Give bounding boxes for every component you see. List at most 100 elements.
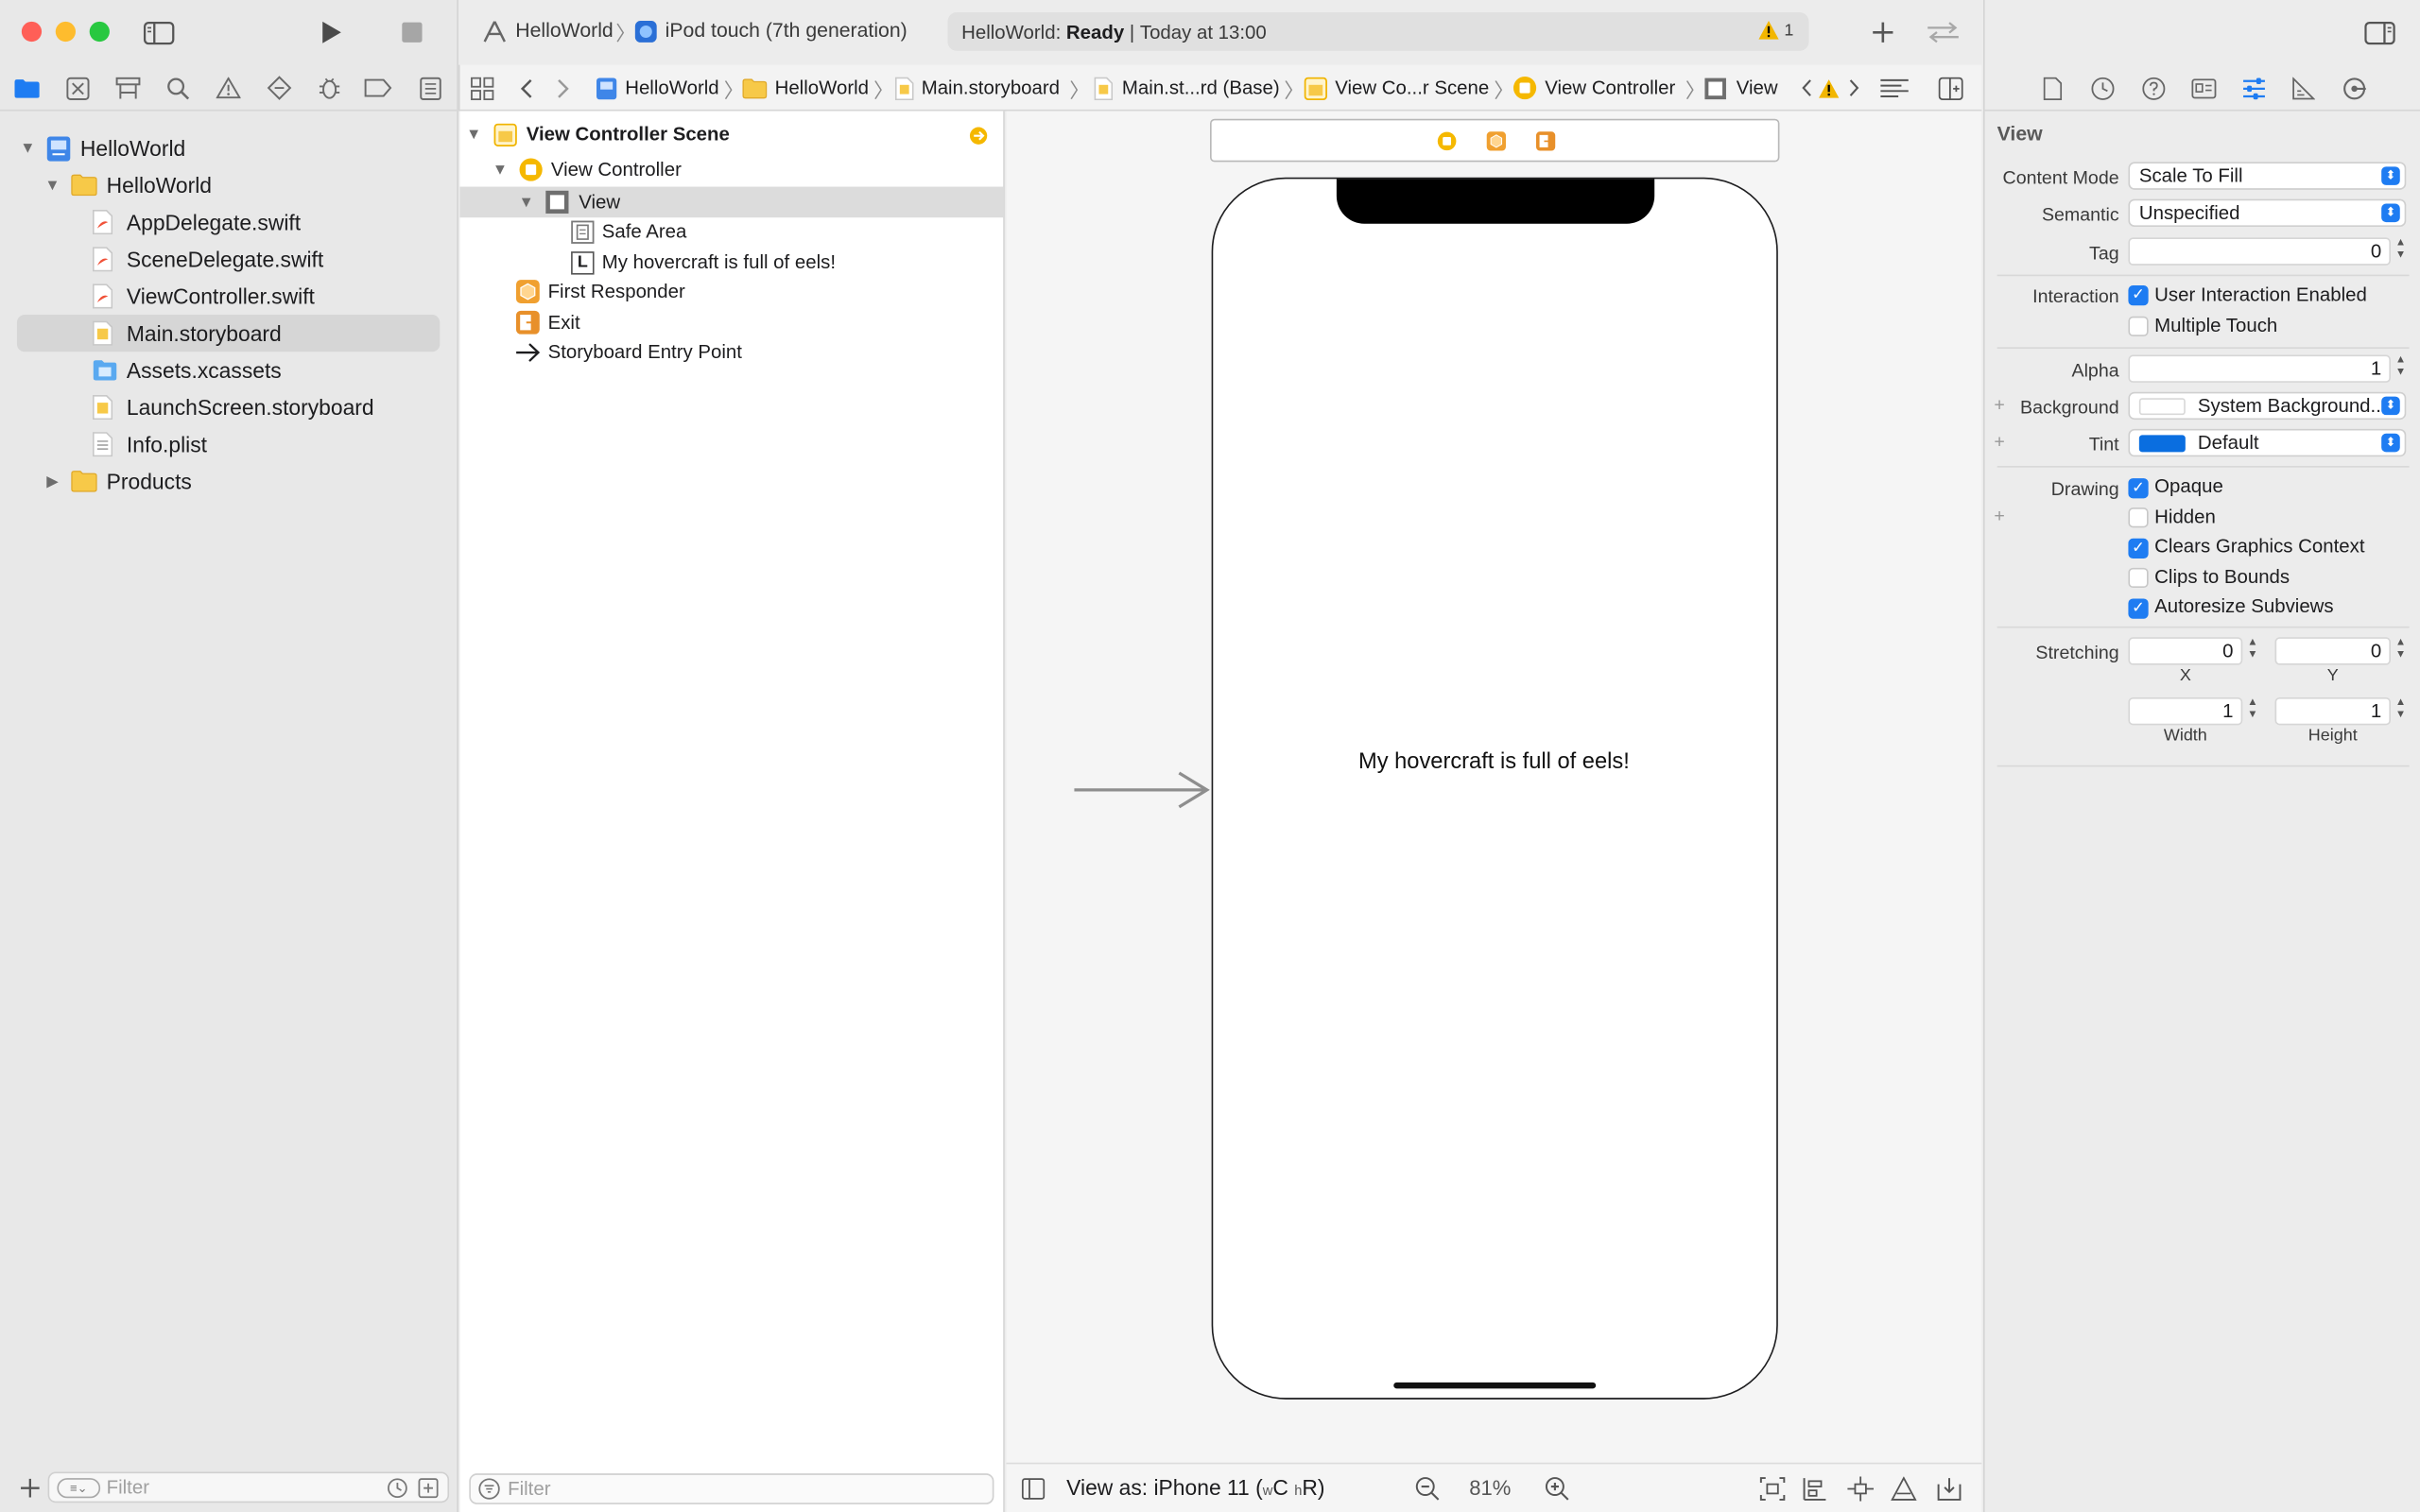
file-row-launchscreen[interactable]: LaunchScreen.storyboard [92,388,374,425]
editor-options-icon[interactable] [1876,76,1910,100]
iphone-view-frame[interactable]: My hovercraft is full of eels! [1211,177,1778,1400]
zoom-out-icon[interactable] [1414,1475,1442,1503]
device-selector[interactable]: iPod touch (7th generation) [666,19,908,42]
outline-view-controller-row[interactable]: ▼ View Controller [491,153,682,187]
stretch-width-stepper[interactable]: ▲ ▼ [2246,697,2260,725]
disclosure-triangle-icon[interactable]: ▼ [464,126,483,143]
file-row-scenedelegate[interactable]: SceneDelegate.swift [92,241,323,278]
run-button[interactable] [317,17,348,48]
dock-view-controller-icon[interactable] [1435,129,1457,151]
storyboard-canvas[interactable]: My hovercraft is full of eels! [1006,111,1982,1463]
file-row-infoplist[interactable]: Info.plist [92,426,207,463]
zoom-in-icon[interactable] [1544,1475,1571,1503]
user-interaction-checkbox[interactable]: ✓ [2128,285,2149,306]
identity-inspector-icon[interactable] [2191,76,2217,100]
disclosure-triangle-icon[interactable]: ▼ [19,140,38,157]
sidebar-toggle-icon[interactable] [142,17,176,48]
tag-field[interactable]: 0 [2128,237,2391,266]
disclosure-triangle-icon[interactable]: ▼ [43,177,62,194]
hidden-checkbox[interactable] [2128,507,2149,528]
issue-navigator-icon[interactable] [215,74,242,101]
close-window-button[interactable] [21,21,43,43]
background-popup[interactable]: System Background... ⬍ [2128,391,2407,421]
dock-first-responder-icon[interactable] [1485,129,1507,151]
size-inspector-icon[interactable] [2290,76,2315,100]
products-row[interactable]: ▶ Products [43,463,192,500]
symbol-navigator-icon[interactable] [114,74,142,101]
stretch-x-stepper[interactable]: ▲ ▼ [2246,637,2260,664]
quick-help-icon[interactable] [2140,76,2165,100]
outline-scene-row[interactable]: ▼ View Controller Scene [464,115,730,152]
update-frames-icon[interactable] [1758,1475,1786,1503]
autoresize-checkbox[interactable]: ✓ [2128,598,2149,619]
alpha-stepper[interactable]: ▲ ▼ [2394,355,2408,383]
minimize-window-button[interactable] [55,21,76,43]
zoom-level[interactable]: 81% [1469,1476,1511,1499]
debug-navigator-icon[interactable] [315,74,342,101]
file-row-main-storyboard[interactable]: Main.storyboard [92,315,282,352]
scheme-selector[interactable]: HelloWorld [515,19,613,42]
stretch-y-field[interactable]: 0 [2274,637,2391,665]
toggle-outline-icon[interactable] [1020,1476,1045,1501]
file-inspector-icon[interactable] [2040,76,2065,100]
zoom-window-button[interactable] [89,21,110,43]
next-issue-icon[interactable] [1844,76,1863,100]
back-arrow-icon[interactable] [515,76,537,100]
breadcrumb-storyboard[interactable]: Main.storyboard [894,65,1060,112]
stretch-width-field[interactable]: 1 [2128,696,2243,726]
file-row-viewcontroller[interactable]: ViewController.swift [92,278,315,315]
search-icon[interactable] [164,74,191,101]
tag-stepper[interactable]: ▲ ▼ [2394,237,2408,265]
connections-inspector-icon[interactable] [2342,76,2366,100]
filter-options-icon[interactable]: ≡⌄ [57,1477,101,1498]
add-library-icon[interactable] [1868,17,1899,48]
warning-icon[interactable] [1817,76,1841,100]
breadcrumb-scene[interactable]: View Co...r Scene [1304,65,1489,112]
alpha-field[interactable]: 1 [2128,354,2391,383]
content-mode-popup[interactable]: Scale To Fill ⬍ [2128,162,2407,190]
outline-safe-area-row[interactable]: Safe Area [571,215,686,249]
forward-arrow-icon[interactable] [552,76,574,100]
view-as-button[interactable]: View as: iPhone 11 (wC hR) [1066,1475,1324,1500]
previous-issue-icon[interactable] [1796,76,1815,100]
stop-button[interactable] [397,17,428,48]
resolve-issues-icon[interactable] [1889,1475,1916,1503]
history-inspector-icon[interactable] [2090,76,2115,100]
breadcrumb-group[interactable]: HelloWorld [742,65,869,112]
multiple-touch-checkbox[interactable] [2128,316,2149,336]
code-review-icon[interactable] [1925,17,1962,48]
breadcrumb-view-controller[interactable]: View Controller [1512,65,1675,112]
outline-entry-point-row[interactable]: Storyboard Entry Point [515,335,742,369]
outline-filter-field[interactable]: Filter [469,1473,994,1504]
warnings-indicator[interactable]: 1 [1758,20,1793,40]
add-file-icon[interactable] [17,1475,42,1500]
file-row-assets[interactable]: Assets.xcassets [93,352,282,388]
stretch-x-field[interactable]: 0 [2128,637,2243,665]
opaque-checkbox[interactable]: ✓ [2128,478,2149,499]
tint-popup[interactable]: Default ⬍ [2128,428,2407,457]
file-row-appdelegate[interactable]: AppDelegate.swift [92,204,301,241]
storyboard-label[interactable]: My hovercraft is full of eels! [1213,749,1774,774]
stretch-height-stepper[interactable]: ▲ ▼ [2394,697,2408,725]
semantic-popup[interactable]: Unspecified ⬍ [2128,198,2407,227]
attributes-inspector-icon[interactable] [2241,76,2266,100]
disclosure-triangle-icon[interactable]: ▶ [43,472,62,490]
dock-exit-icon[interactable] [1534,129,1556,151]
add-constraints-icon[interactable] [1846,1475,1874,1503]
breakpoint-navigator-icon[interactable] [364,74,392,101]
clears-context-checkbox[interactable]: ✓ [2128,538,2149,559]
disclosure-triangle-icon[interactable]: ▼ [491,162,510,179]
entry-point-arrow[interactable] [1074,771,1213,809]
scene-status-icon[interactable] [968,125,988,145]
group-row[interactable]: ▼ HelloWorld [43,166,212,203]
test-navigator-icon[interactable] [266,74,293,101]
add-editor-icon[interactable] [1937,76,1964,100]
add-variation-icon[interactable]: + [1994,505,2004,526]
toggle-inspector-icon[interactable] [2349,15,2411,49]
report-navigator-icon[interactable] [417,74,444,101]
disclosure-triangle-icon[interactable]: ▼ [517,194,536,211]
breadcrumb-view[interactable]: View [1703,65,1778,112]
stretch-y-stepper[interactable]: ▲ ▼ [2394,637,2408,664]
outline-first-responder-row[interactable]: First Responder [515,275,685,309]
project-navigator-folder-icon[interactable] [12,74,40,101]
